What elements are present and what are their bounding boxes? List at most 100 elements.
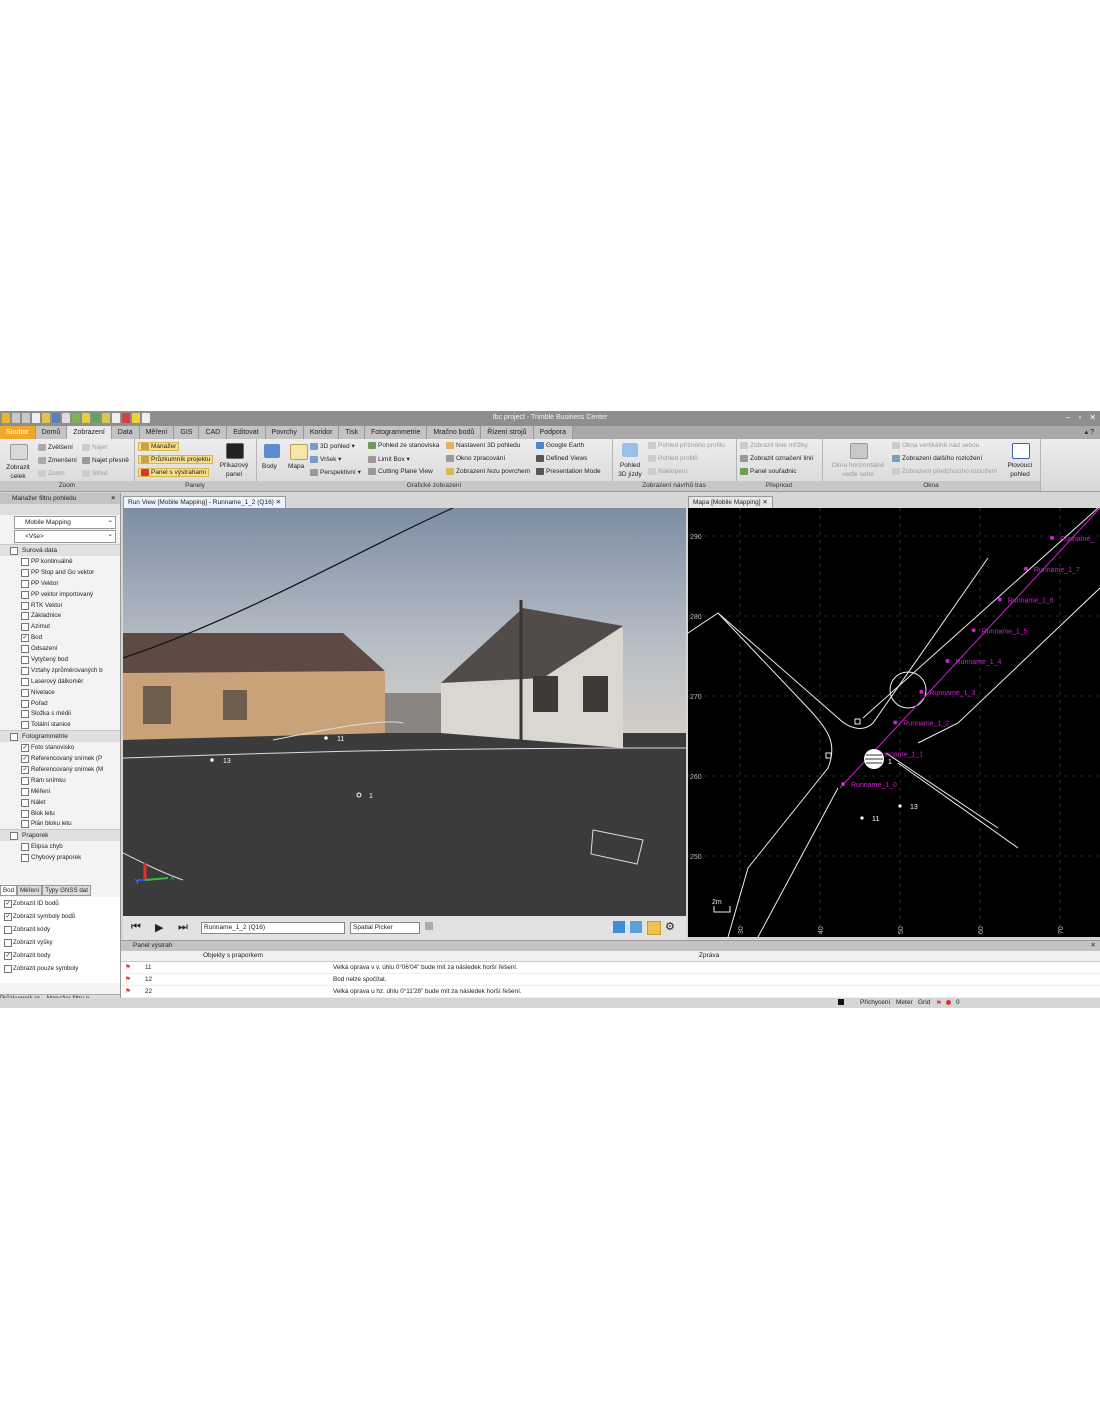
display-option[interactable]: ✓ Zobrazit symboly bodů <box>0 910 120 923</box>
checkbox[interactable] <box>21 721 29 730</box>
display-option[interactable]: Zobrazit pouze symboly <box>0 962 120 975</box>
checkbox[interactable] <box>21 798 29 807</box>
processing-window-button[interactable]: Okno zpracování <box>446 455 505 462</box>
checkbox[interactable] <box>21 666 29 675</box>
tab-koridor[interactable]: Koridor <box>303 426 340 439</box>
run-point[interactable] <box>1050 536 1054 540</box>
profile-view-button[interactable]: Pohled profilů <box>648 455 698 462</box>
zoom-in-button[interactable]: Zvětšení <box>38 444 73 451</box>
filter-item[interactable]: Plán bloku letu <box>0 818 120 829</box>
checkbox[interactable] <box>21 787 29 796</box>
top-view-button[interactable]: Vršek ▾ <box>310 455 341 463</box>
checkbox[interactable]: ✓ <box>4 913 12 921</box>
display-option[interactable]: Zobrazit kódy <box>0 923 120 936</box>
checkbox[interactable] <box>21 590 29 599</box>
checkbox[interactable]: ✓ <box>21 634 29 643</box>
units-label[interactable]: Meter <box>896 999 913 1006</box>
skip-back-icon[interactable]: ⏮ <box>131 921 141 934</box>
checkbox[interactable] <box>21 820 29 829</box>
checkbox[interactable]: ✓ <box>4 900 12 908</box>
flag-icon[interactable]: ⚑ <box>936 999 942 1007</box>
point-square[interactable] <box>825 752 832 759</box>
grid-toggle[interactable]: Grid <box>918 999 930 1006</box>
floating-view-button[interactable]: Plovoucí pohled <box>1006 461 1034 479</box>
map-canvas[interactable]: 290 280 270 260 250 30 40 50 60 70 2m Ru… <box>688 508 1100 937</box>
tab-zobrazeni[interactable]: Zobrazení <box>67 426 112 439</box>
tab-mracno-bodu[interactable]: Mračno bodů <box>427 426 482 439</box>
filter-item[interactable]: Odsazení <box>0 643 120 654</box>
project-explorer-button[interactable]: Průzkumník projektu <box>138 455 214 465</box>
tab-gnss-types[interactable]: Typy GNSS dat <box>42 885 91 896</box>
view3d-button[interactable]: 3D pohled ▾ <box>310 442 355 450</box>
minimize-button[interactable]: – <box>1066 413 1070 422</box>
google-earth-button[interactable]: Google Earth <box>536 442 584 449</box>
checkbox[interactable] <box>21 677 29 686</box>
tab-gis[interactable]: GIS <box>174 426 200 439</box>
filter-item[interactable]: ✓ Referencovaný snímek (M <box>0 764 120 775</box>
run-select[interactable]: Runname_1_2 (Q16) <box>201 922 345 934</box>
cross-profile-button[interactable]: Pohled příčného profilu <box>648 442 725 449</box>
point-square[interactable] <box>854 718 861 725</box>
run-point[interactable] <box>841 782 845 786</box>
checkbox[interactable] <box>21 601 29 610</box>
filter-item[interactable]: ✓ Referencovaný snímek (P <box>0 753 120 764</box>
tab-mereni[interactable]: Měření <box>139 426 175 439</box>
tile-horizontal-button[interactable]: Okna horizontálně vedle sebe <box>826 461 890 479</box>
grid-lines-button[interactable]: Zobrazit linie mřížky <box>740 442 808 449</box>
run-point[interactable] <box>1023 566 1028 571</box>
picker-tool-icon[interactable] <box>425 922 433 930</box>
tab-mereni-props[interactable]: Měření <box>17 885 43 896</box>
checkbox[interactable] <box>21 776 29 785</box>
filter-item[interactable]: Rám snímku <box>0 775 120 786</box>
checkbox[interactable] <box>4 939 12 947</box>
display-option[interactable]: ✓ Zobrazit body <box>0 949 120 962</box>
checkbox[interactable] <box>21 579 29 588</box>
filter-item[interactable]: PP Stop and Go vektor <box>0 567 120 578</box>
filter-item[interactable]: Nivelace <box>0 687 120 698</box>
filter-item[interactable]: Složka s médii <box>0 708 120 719</box>
checkbox[interactable] <box>21 612 29 621</box>
checkbox[interactable] <box>21 809 29 818</box>
run-point[interactable] <box>919 689 924 694</box>
close-icon[interactable]: ✕ <box>111 493 116 504</box>
checkbox[interactable] <box>21 710 29 719</box>
tab-povrchy[interactable]: Povrchy <box>265 426 304 439</box>
filter-item[interactable]: Azimut <box>0 621 120 632</box>
checkbox[interactable] <box>21 656 29 665</box>
all-select[interactable]: <Vše> <box>14 529 116 543</box>
settings3d-button[interactable]: Nastavení 3D pohledu <box>446 442 520 449</box>
overlay-icon[interactable] <box>630 921 642 933</box>
checkbox[interactable] <box>21 688 29 697</box>
coordinate-panel-button[interactable]: Panel souřadnic <box>740 468 797 475</box>
filter-item[interactable]: PP kontinuálně <box>0 556 120 567</box>
manager-button[interactable]: Manažer <box>138 442 180 452</box>
center-button[interactable]: Střed <box>82 470 108 477</box>
settings-gear-icon[interactable]: ⚙ <box>665 920 675 933</box>
category-header[interactable]: Surová data <box>0 544 120 556</box>
filter-item[interactable]: Pořad <box>0 698 120 709</box>
checkbox[interactable] <box>21 645 29 654</box>
display-option[interactable]: ✓ Zobrazit ID bodů <box>0 897 120 910</box>
filter-item[interactable]: Totální stanice <box>0 719 120 730</box>
tab-soubor[interactable]: Soubor <box>0 426 36 439</box>
checkbox[interactable]: ✓ <box>21 766 29 775</box>
tab-editovat[interactable]: Editovat <box>227 426 266 439</box>
picker-select[interactable]: Spatial Picker <box>350 922 420 934</box>
defined-views-button[interactable]: Defined Views <box>536 455 587 462</box>
presentation-mode-button[interactable]: Presentation Mode <box>536 468 601 475</box>
run-point[interactable] <box>997 597 1002 602</box>
play-icon[interactable]: ▶ <box>155 921 163 934</box>
next-layout-button[interactable]: Zobrazení dalšího rozložení <box>892 455 982 462</box>
highlight-icon[interactable] <box>647 921 661 935</box>
column-message[interactable]: Zpráva <box>699 951 719 961</box>
map-button[interactable]: Mapa <box>288 463 304 470</box>
ribbon-help[interactable]: ▴ ? <box>1085 426 1094 439</box>
checkbox[interactable] <box>4 926 12 934</box>
tab-podpora[interactable]: Podpora <box>533 426 574 439</box>
filter-item[interactable]: Blok letu <box>0 808 120 819</box>
tile-vertical-button[interactable]: Okna vertikálně nad sebou <box>892 442 979 449</box>
column-flagged-objects[interactable]: Objekty s praporkem <box>203 951 263 961</box>
filter-item[interactable]: Měření <box>0 786 120 797</box>
command-panel-button[interactable]: Příkazový panel <box>218 461 250 479</box>
filter-toolbar[interactable] <box>0 504 120 515</box>
